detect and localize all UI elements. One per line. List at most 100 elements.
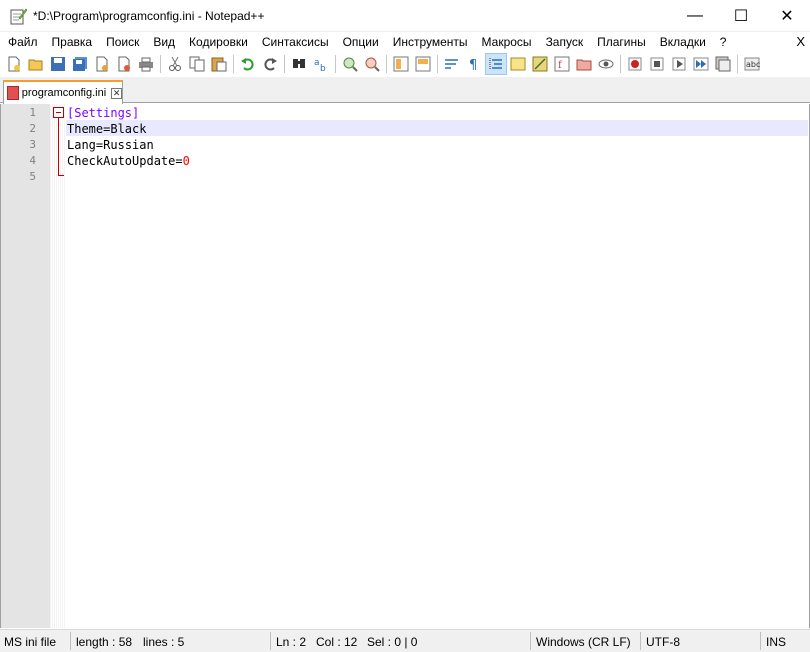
toolbar-separator	[437, 55, 438, 73]
save-macro-icon[interactable]	[712, 53, 734, 75]
close-icon[interactable]	[91, 53, 113, 75]
status-encoding[interactable]: UTF-8	[646, 635, 680, 649]
toolbar-separator	[737, 55, 738, 73]
code-token: Black	[110, 122, 147, 136]
show-all-chars-icon[interactable]: ¶	[463, 53, 485, 75]
menu-encoding[interactable]: Кодировки	[182, 35, 255, 49]
word-wrap-icon[interactable]	[441, 53, 463, 75]
toolbar-separator	[620, 55, 621, 73]
status-ln: Ln : 2	[276, 635, 307, 649]
status-sel: Sel : 0 | 0	[367, 635, 418, 649]
tab-bar: programconfig.ini ✕	[0, 77, 810, 104]
code-line[interactable]: Lang=Russian	[67, 137, 154, 153]
folder-workspace-icon[interactable]	[573, 53, 595, 75]
menu-file[interactable]: Файл	[0, 35, 45, 49]
zoom-out-icon[interactable]	[361, 53, 383, 75]
replace-icon[interactable]: ab	[310, 53, 332, 75]
indent-guide-icon[interactable]	[485, 53, 507, 75]
record-macro-icon[interactable]	[624, 53, 646, 75]
doc-map-icon[interactable]	[529, 53, 551, 75]
code-token: 0	[182, 154, 190, 168]
new-icon[interactable]	[3, 53, 25, 75]
code-line[interactable]: CheckAutoUpdate=0	[67, 153, 190, 169]
menu-view[interactable]: Вид	[146, 35, 182, 49]
code-token: Russian	[103, 138, 154, 152]
menu-edit[interactable]: Правка	[45, 35, 100, 49]
menu-tools[interactable]: Инструменты	[386, 35, 475, 49]
stop-record-icon[interactable]	[646, 53, 668, 75]
minimize-button[interactable]: —	[672, 0, 718, 32]
code-token: CheckAutoUpdate	[67, 154, 176, 168]
fold-toggle-icon[interactable]	[53, 107, 64, 118]
status-bar: MS ini file length : 58 lines : 5 Ln : 2…	[0, 629, 810, 652]
status-separator	[530, 632, 531, 650]
status-separator	[270, 632, 271, 650]
menu-plugins[interactable]: Плагины	[590, 35, 653, 49]
close-window-button[interactable]: ✕	[764, 0, 810, 32]
toolbar-separator	[386, 55, 387, 73]
close-document-button[interactable]: X	[796, 34, 805, 49]
svg-text:¶: ¶	[469, 58, 477, 72]
toolbar-separator	[284, 55, 285, 73]
title-bar: *D:\Program\programconfig.ini - Notepad+…	[0, 0, 810, 32]
tab-close-icon[interactable]: ✕	[111, 87, 122, 99]
menu-window[interactable]: Вкладки	[653, 35, 713, 49]
status-language: MS ini file	[4, 635, 57, 649]
window-title: *D:\Program\programconfig.ini - Notepad+…	[33, 8, 265, 23]
print-icon[interactable]	[135, 53, 157, 75]
code-line[interactable]: [Settings]	[67, 105, 139, 121]
tab-programconfig[interactable]: programconfig.ini ✕	[3, 80, 123, 104]
function-list-icon[interactable]: f	[551, 53, 573, 75]
run-macro-multiple-icon[interactable]	[690, 53, 712, 75]
status-separator	[70, 632, 71, 650]
maximize-button[interactable]: ☐	[718, 0, 764, 32]
svg-text:a: a	[314, 58, 320, 68]
menu-bar: Файл Правка Поиск Вид Кодировки Синтакси…	[0, 32, 810, 52]
play-macro-icon[interactable]	[668, 53, 690, 75]
spellcheck-icon[interactable]: abc	[741, 53, 763, 75]
copy-icon[interactable]	[186, 53, 208, 75]
sync-horizontal-icon[interactable]	[412, 53, 434, 75]
code-token: [Settings]	[67, 106, 140, 120]
toolbar-separator	[335, 55, 336, 73]
current-line-highlight	[66, 120, 808, 136]
redo-icon[interactable]	[259, 53, 281, 75]
svg-text:abc: abc	[746, 60, 760, 69]
fold-line	[58, 118, 59, 176]
save-all-icon[interactable]	[69, 53, 91, 75]
svg-text:b: b	[320, 64, 326, 72]
line-number: 2	[29, 122, 36, 135]
menu-run[interactable]: Запуск	[539, 35, 591, 49]
code-line[interactable]: Theme=Black	[67, 121, 146, 137]
paste-icon[interactable]	[208, 53, 230, 75]
save-icon[interactable]	[47, 53, 69, 75]
find-icon[interactable]	[288, 53, 310, 75]
udl-icon[interactable]	[507, 53, 529, 75]
toolbar-separator	[160, 55, 161, 73]
editor-area[interactable]: 1 2 3 4 5 [Settings] Theme=Black Lang=Ru…	[0, 104, 810, 628]
menu-settings[interactable]: Опции	[336, 35, 386, 49]
status-lines: lines : 5	[143, 635, 185, 649]
code-token: =	[175, 154, 183, 168]
status-eol[interactable]: Windows (CR LF)	[536, 635, 631, 649]
menu-macro[interactable]: Макросы	[475, 35, 539, 49]
menu-language[interactable]: Синтаксисы	[255, 35, 336, 49]
unsaved-file-icon	[7, 86, 19, 100]
zoom-in-icon[interactable]	[339, 53, 361, 75]
status-insert-mode[interactable]: INS	[766, 635, 786, 649]
close-all-icon[interactable]	[113, 53, 135, 75]
open-icon[interactable]	[25, 53, 47, 75]
monitoring-icon[interactable]	[595, 53, 617, 75]
line-number: 1	[29, 106, 36, 119]
code-token: Theme	[67, 122, 104, 136]
sync-vertical-icon[interactable]	[390, 53, 412, 75]
line-number: 3	[29, 138, 36, 151]
undo-icon[interactable]	[237, 53, 259, 75]
status-length: length : 58	[76, 635, 133, 649]
tab-label: programconfig.ini	[21, 87, 107, 99]
notepad-plus-plus-icon	[9, 7, 28, 25]
menu-search[interactable]: Поиск	[99, 35, 146, 49]
status-separator	[640, 632, 641, 650]
cut-icon[interactable]	[164, 53, 186, 75]
menu-help[interactable]: ?	[713, 35, 734, 49]
